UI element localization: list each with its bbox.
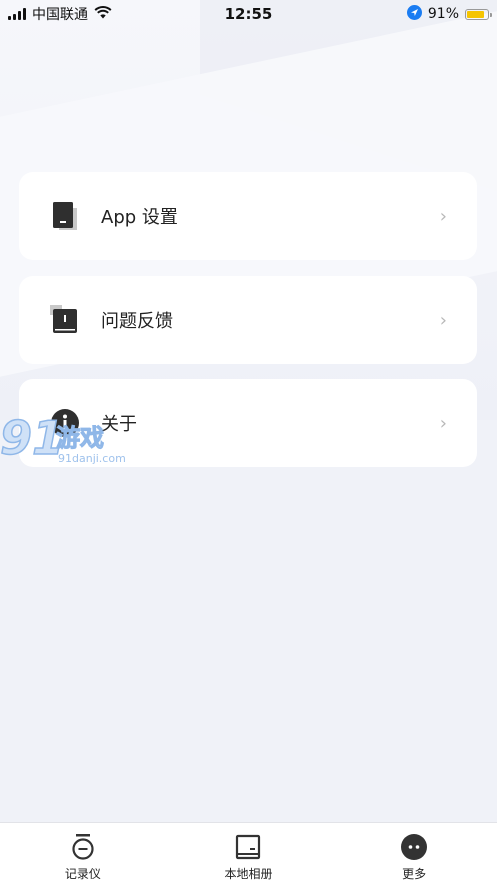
battery-percent: 91% xyxy=(427,6,459,22)
wifi-icon xyxy=(94,5,112,23)
tab-recorder[interactable]: 记录仪 xyxy=(23,823,143,882)
tab-album[interactable]: 本地相册 xyxy=(188,823,308,882)
more-icon xyxy=(400,833,428,861)
chevron-right-icon: › xyxy=(439,412,447,434)
carrier-label: 中国联通 xyxy=(32,7,88,23)
location-icon xyxy=(406,4,422,24)
tab-label: 记录仪 xyxy=(64,867,101,881)
chevron-right-icon: › xyxy=(439,205,447,227)
menu-item-label: 问题反馈 xyxy=(101,311,173,332)
tab-bar: 记录仪 本地相册 更多 xyxy=(0,822,497,883)
watermark-logo: 91 游戏 91danji.com xyxy=(0,408,140,468)
menu-item-label: 关于 xyxy=(101,414,137,435)
menu-item-app-settings[interactable]: App 设置 › xyxy=(19,172,477,260)
phone-settings-icon xyxy=(49,200,81,232)
chevron-right-icon: › xyxy=(439,309,447,331)
svg-text:91: 91 xyxy=(0,411,64,465)
feedback-icon xyxy=(49,304,81,336)
menu-item-feedback[interactable]: 问题反馈 › xyxy=(19,276,477,364)
tab-label: 本地相册 xyxy=(224,867,273,881)
album-icon xyxy=(234,833,262,861)
svg-text:91danji.com: 91danji.com xyxy=(58,452,126,465)
recorder-icon xyxy=(69,833,97,861)
status-bar: 中国联通 12:55 91% xyxy=(0,0,497,28)
signal-icon xyxy=(8,8,26,20)
tab-more[interactable]: 更多 xyxy=(354,823,474,882)
battery-icon xyxy=(465,8,492,20)
tab-label: 更多 xyxy=(402,867,427,881)
menu-item-label: App 设置 xyxy=(101,207,178,228)
svg-text:游戏: 游戏 xyxy=(56,424,104,452)
